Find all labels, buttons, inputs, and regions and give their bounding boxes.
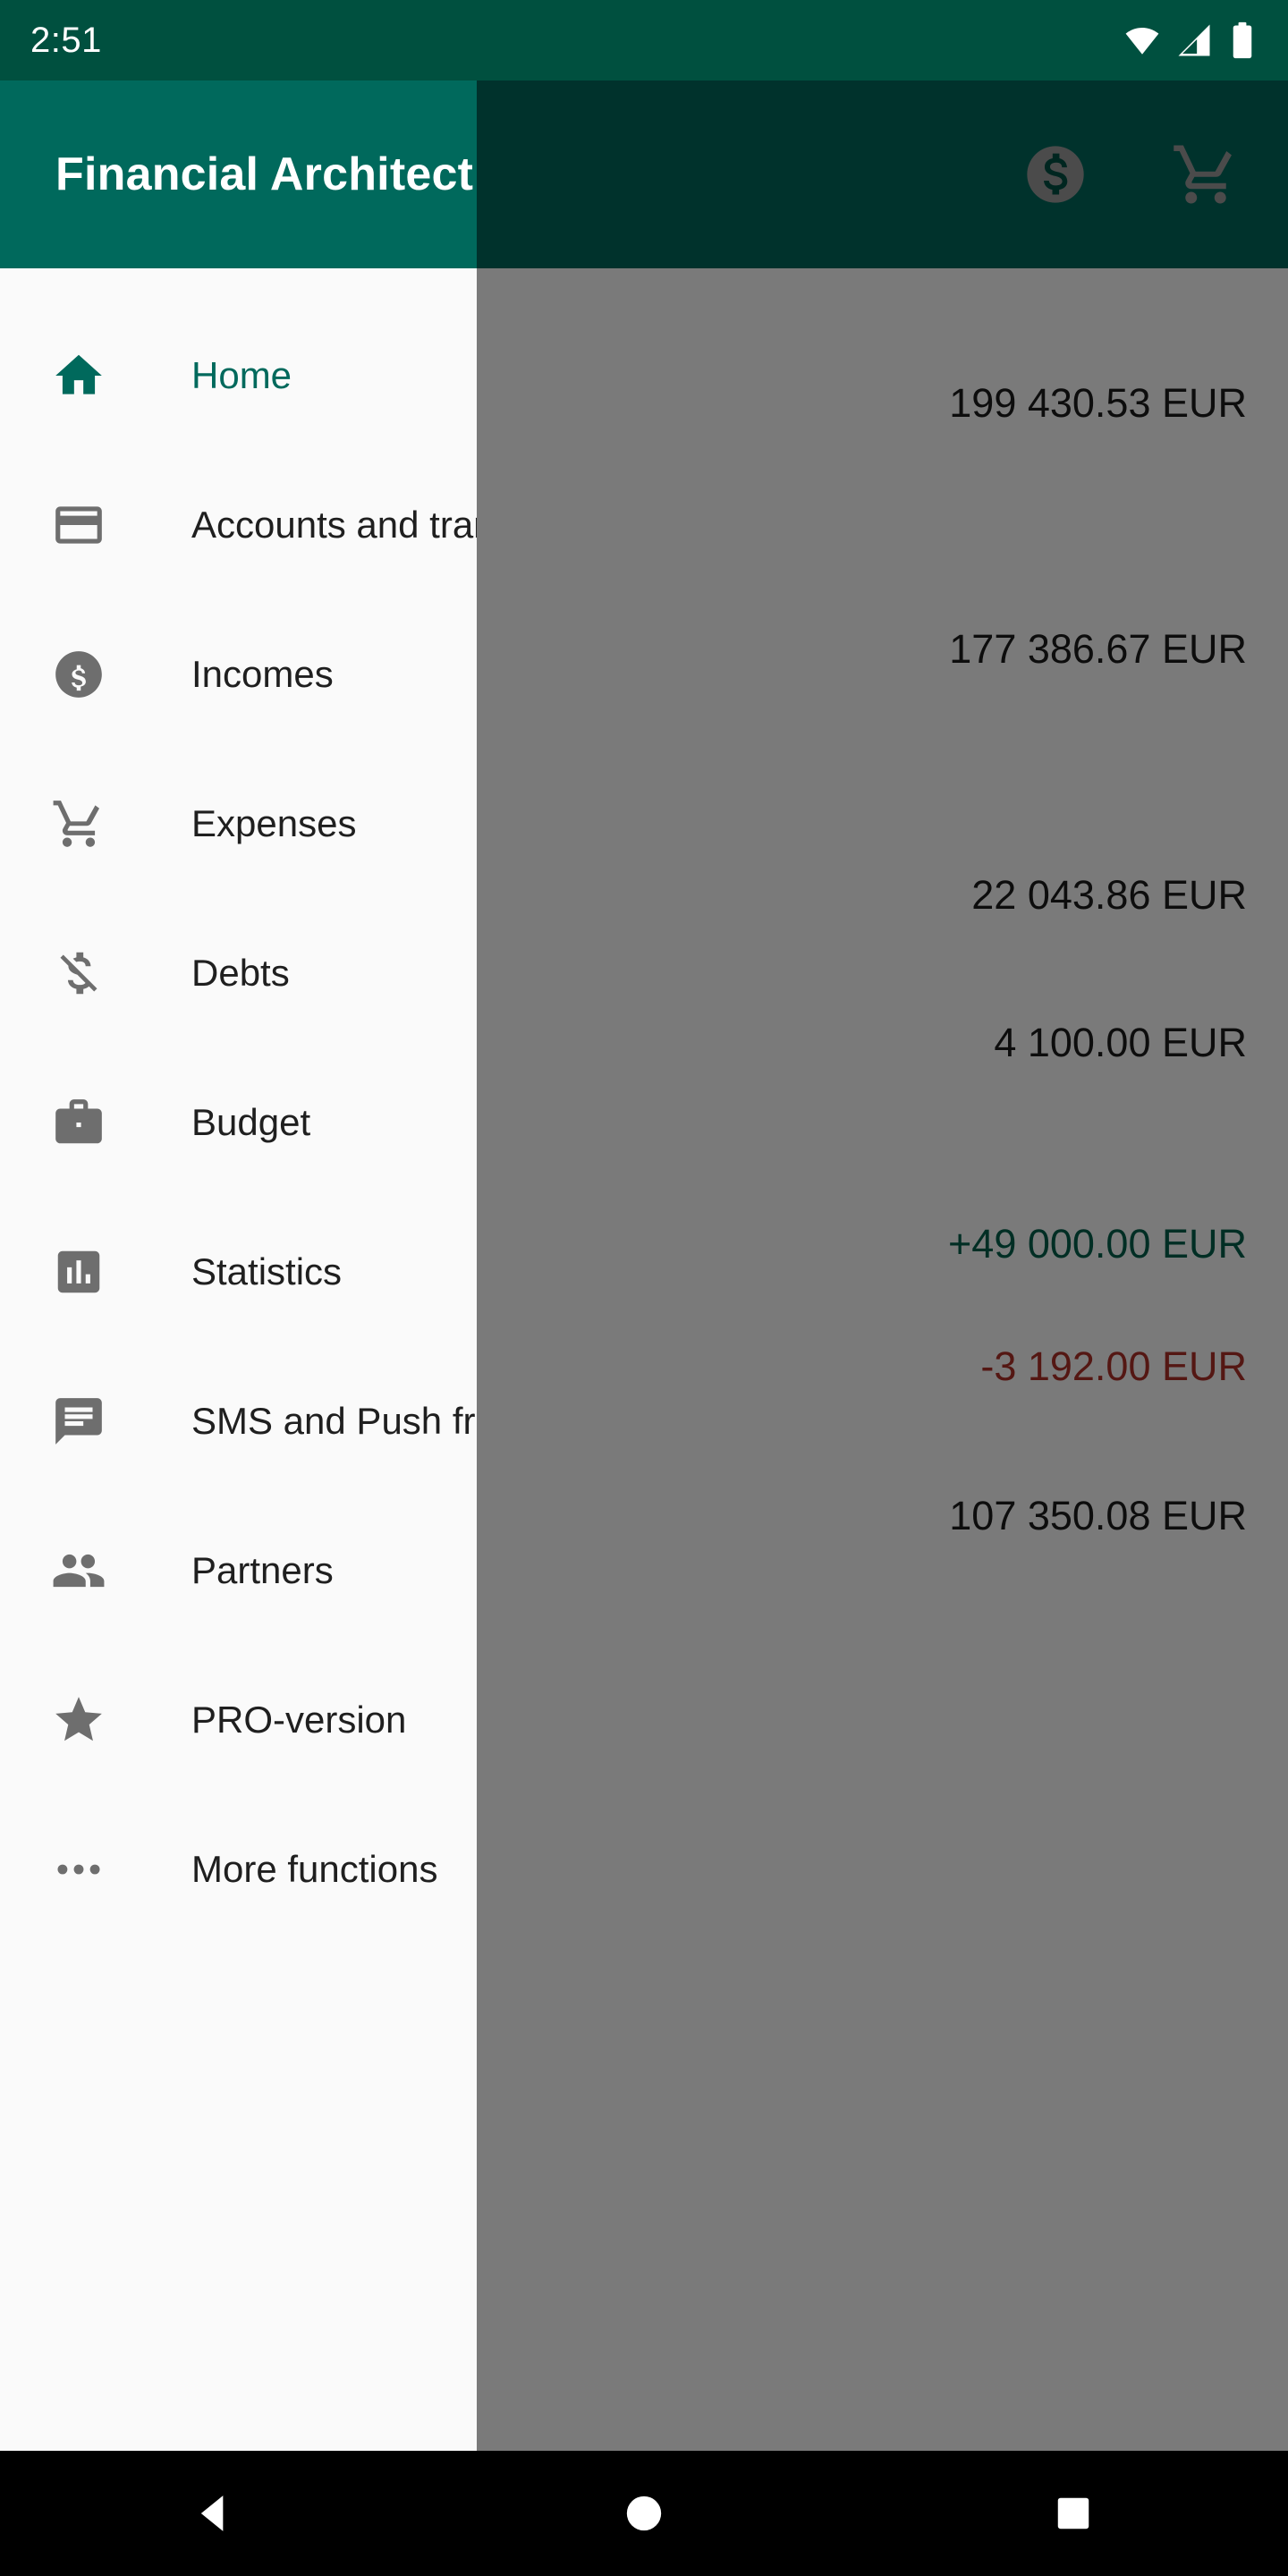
home-icon <box>47 343 111 408</box>
drawer-item-home[interactable]: Home <box>0 301 477 450</box>
star-icon <box>55 1696 102 1741</box>
drawer-item-incomes[interactable]: Incomes <box>0 599 477 749</box>
shopping-cart-icon <box>53 800 100 847</box>
triangle-back-icon <box>200 2496 224 2531</box>
people-icon <box>53 1554 105 1587</box>
drawer-item-partners[interactable]: Partners <box>0 1496 477 1645</box>
shopping-cart-icon <box>47 792 111 856</box>
drawer-item-label: Statistics <box>191 1250 343 1292</box>
message-icon <box>47 1389 111 1453</box>
briefcase-icon <box>55 1098 102 1143</box>
people-icon <box>47 1538 111 1603</box>
drawer-header: Financial Architect <box>0 80 477 268</box>
more-horizontal-icon <box>47 1837 111 1902</box>
star-icon <box>47 1688 111 1752</box>
dollar-circle-icon <box>55 650 102 698</box>
drawer-item-label: More functions <box>191 1847 438 1890</box>
drawer-item-label: Partners <box>191 1548 334 1591</box>
drawer-item-label: SMS and Push from bank <box>191 1399 477 1442</box>
credit-card-icon <box>55 505 102 544</box>
app-title: Financial Architect <box>55 148 474 200</box>
circle-home-icon <box>626 2496 662 2531</box>
dollar-circle-icon <box>47 642 111 707</box>
drawer-item-label: Home <box>191 353 292 396</box>
message-icon <box>55 1397 102 1445</box>
drawer-item-statistics[interactable]: Statistics <box>0 1197 477 1346</box>
bar-chart-icon <box>57 1250 100 1292</box>
drawer-item-label: Debts <box>191 951 290 994</box>
drawer-item-expenses[interactable]: Expenses <box>0 749 477 898</box>
navigation-drawer: Financial Architect Home Accounts and tra… <box>0 80 477 2451</box>
battery-icon <box>1233 21 1252 59</box>
android-nav-bar <box>0 2451 1288 2576</box>
status-clock: 2:51 <box>30 21 102 60</box>
drawer-item-accounts-and-transfers[interactable]: Accounts and transfers <box>0 450 477 599</box>
more-horizontal-icon <box>57 1864 100 1874</box>
wifi-icon <box>1125 28 1159 55</box>
drawer-item-label: Budget <box>191 1100 311 1143</box>
back-button[interactable] <box>134 2451 295 2576</box>
credit-card-icon <box>47 493 111 557</box>
home-icon <box>55 354 102 394</box>
money-off-icon <box>47 941 111 1005</box>
drawer-item-label: Accounts and transfers <box>191 503 477 546</box>
status-icons <box>1123 21 1258 60</box>
drawer-item-label: Expenses <box>191 801 357 844</box>
drawer-item-more-functions[interactable]: More functions <box>0 1794 477 1944</box>
drawer-item-pro-version[interactable]: PRO-version <box>0 1645 477 1794</box>
money-off-icon <box>60 952 97 994</box>
recents-button[interactable] <box>993 2451 1154 2576</box>
drawer-item-list: Home Accounts and transfers Incomes Expense… <box>0 268 477 1944</box>
drawer-item-label: Incomes <box>191 652 334 695</box>
phone-screen: 199 430.53 EUR177 386.67 EUR22 043.86 EU… <box>0 0 1288 2576</box>
drawer-item-debts[interactable]: Debts <box>0 898 477 1047</box>
cellular-signal-icon <box>1178 24 1210 56</box>
square-recents-icon <box>1057 2497 1089 2529</box>
bar-chart-icon <box>47 1240 111 1304</box>
status-bar: 2:51 <box>0 0 1288 80</box>
drawer-item-sms-and-push-from-bank[interactable]: SMS and Push from bank <box>0 1346 477 1496</box>
briefcase-icon <box>47 1090 111 1155</box>
drawer-item-label: PRO-version <box>191 1698 407 1741</box>
home-button[interactable] <box>564 2451 724 2576</box>
drawer-item-budget[interactable]: Budget <box>0 1047 477 1197</box>
